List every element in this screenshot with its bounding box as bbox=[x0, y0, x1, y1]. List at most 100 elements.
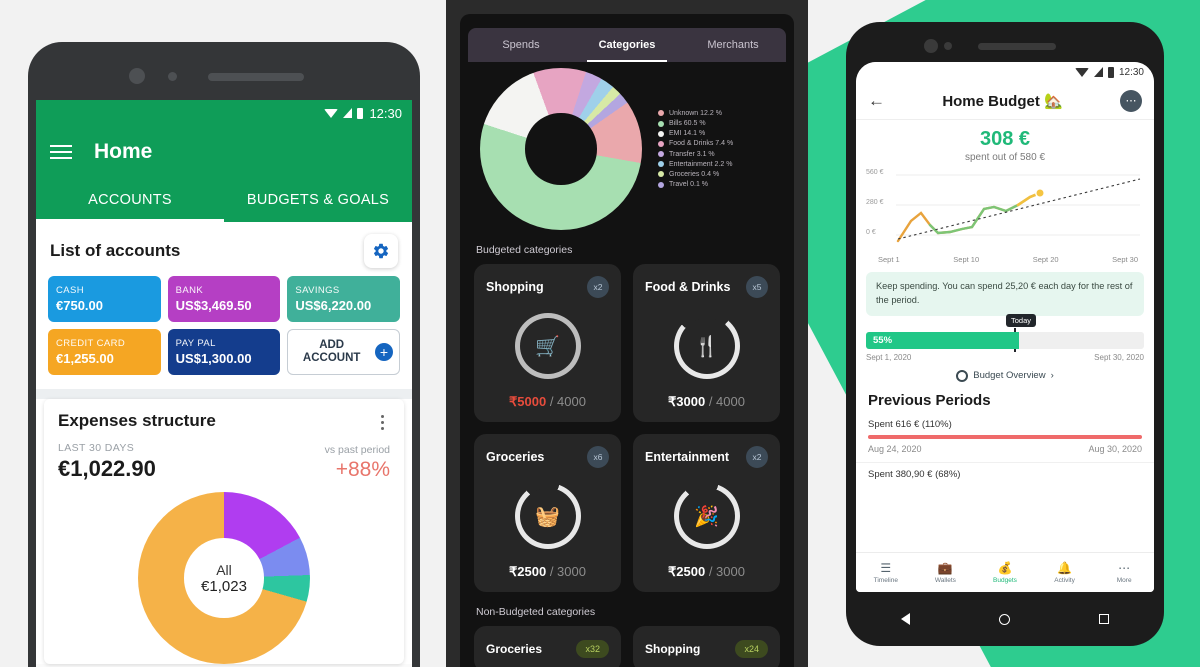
account-card[interactable]: SAVINGS US$6,220.00 bbox=[287, 276, 400, 322]
tab-merchants[interactable]: Merchants bbox=[680, 28, 786, 62]
category-spent: ₹3000 bbox=[668, 394, 706, 409]
wallet-icon: 💼 bbox=[937, 561, 953, 575]
plus-circle-icon: + bbox=[374, 343, 393, 361]
hamburger-icon[interactable] bbox=[50, 145, 72, 159]
account-amount: US$3,469.50 bbox=[175, 298, 252, 313]
earpiece-speaker bbox=[208, 73, 304, 81]
nav-item-budgets[interactable]: 💰 Budgets bbox=[975, 561, 1035, 584]
budget-line-chart[interactable]: 560 € 280 € 0 € bbox=[866, 169, 1144, 255]
budget-tip-banner: Keep spending. You can spend 25,20 € eac… bbox=[866, 272, 1144, 316]
kebab-menu-icon[interactable] bbox=[375, 411, 390, 434]
category-count-badge: x5 bbox=[746, 276, 768, 298]
category-ring-wrap: 🛒 bbox=[486, 298, 609, 394]
phone3-status-bar: 12:30 bbox=[856, 62, 1154, 82]
nav-label: More bbox=[1116, 577, 1132, 584]
tab-categories[interactable]: Categories bbox=[574, 28, 680, 62]
phone1-app-bar: Home bbox=[36, 126, 412, 178]
phone-mockup-budget: 12:30 ← Home Budget 🏡 ⋯ 308 € spent out … bbox=[846, 22, 1164, 646]
section-divider bbox=[36, 389, 412, 399]
nav-item-activity[interactable]: 🔔 Activity bbox=[1035, 561, 1095, 584]
expenses-summary-row: LAST 30 DAYS €1,022.90 vs past period +8… bbox=[58, 442, 390, 482]
nav-item-more[interactable]: ⋯ More bbox=[1094, 561, 1154, 584]
budgeted-categories-grid: Shopping x2 🛒 ₹5000 / 4000 Food & Drinks… bbox=[460, 264, 794, 592]
previous-end-date: Aug 30, 2020 bbox=[1088, 443, 1142, 454]
category-progress-ring: 🍴 bbox=[673, 313, 740, 379]
more-dots-icon[interactable]: ⋯ bbox=[1120, 89, 1142, 112]
previous-start-date: Aug 24, 2020 bbox=[868, 443, 922, 454]
nav-label: Timeline bbox=[873, 577, 898, 584]
settings-button[interactable] bbox=[364, 234, 398, 268]
category-card[interactable]: Entertainment x2 🎉 ₹2500 / 3000 bbox=[633, 434, 780, 592]
phone1-bezel-top bbox=[36, 58, 412, 98]
account-amount: US$1,300.00 bbox=[175, 351, 252, 366]
category-progress-ring: 🎉 bbox=[673, 483, 740, 549]
account-card[interactable]: BANK US$3,469.50 bbox=[167, 276, 281, 322]
add-account-button[interactable]: ADD ACCOUNT + bbox=[287, 329, 400, 375]
recents-square-icon[interactable] bbox=[1099, 614, 1110, 624]
previous-period-row[interactable]: Spent 616 € (110%) Aug 24, 2020 Aug 30, … bbox=[856, 413, 1154, 463]
legend-dot bbox=[658, 181, 664, 188]
category-card[interactable]: Groceries x6 🧺 ₹2500 / 3000 bbox=[474, 434, 621, 592]
budget-spent-amount: 308 € bbox=[979, 128, 1031, 150]
account-name: PAY PAL bbox=[175, 338, 216, 349]
today-marker-label: Today bbox=[1006, 313, 1037, 327]
non-budgeted-card[interactable]: Groceries x32 bbox=[474, 626, 621, 667]
account-name: CREDIT CARD bbox=[56, 338, 126, 349]
legend-label: Food & Drinks 7.4 % bbox=[669, 140, 734, 148]
back-triangle-icon[interactable] bbox=[900, 613, 910, 625]
categories-chart-row: Unknown 12.2 % Bills 60.5 % EMI 14.1 % F… bbox=[460, 62, 794, 230]
account-name: BANK bbox=[175, 285, 204, 296]
budget-spent-subtitle: spent out of 580 € bbox=[964, 152, 1046, 163]
budget-overview-link[interactable]: Budget Overview › bbox=[856, 369, 1154, 382]
category-amount: ₹2500 / 3000 bbox=[645, 564, 768, 580]
category-total: / 4000 bbox=[549, 394, 586, 409]
category-name: Shopping bbox=[486, 280, 544, 294]
non-budgeted-card[interactable]: Shopping x24 bbox=[633, 626, 780, 667]
account-card[interactable]: PAY PAL US$1,300.00 bbox=[167, 329, 281, 375]
non-budgeted-grid: Groceries x32 Shopping x24 bbox=[460, 626, 794, 667]
previous-period-row[interactable]: Spent 380,90 € (68%) bbox=[856, 463, 1154, 488]
page-title: Home bbox=[94, 140, 153, 163]
expenses-title: Expenses structure bbox=[58, 411, 216, 430]
category-spent: ₹5000 bbox=[509, 394, 547, 409]
legend-dot bbox=[658, 130, 664, 137]
legend-dot bbox=[658, 171, 664, 178]
category-card[interactable]: Food & Drinks x5 🍴 ₹3000 / 4000 bbox=[633, 264, 780, 422]
categories-donut-chart[interactable] bbox=[480, 68, 642, 230]
category-card-header: Shopping x2 bbox=[486, 276, 609, 298]
expenses-compare-block: vs past period +88% bbox=[325, 444, 390, 482]
category-count-badge: x2 bbox=[746, 446, 768, 468]
legend-item: Unknown 12.2 % bbox=[658, 110, 733, 117]
phone1-screen: 12:30 Home ACCOUNTS BUDGETS & GOALS List… bbox=[36, 100, 412, 667]
category-card[interactable]: Shopping x2 🛒 ₹5000 / 4000 bbox=[474, 264, 621, 422]
nav-item-timeline[interactable]: ☰ Timeline bbox=[856, 561, 916, 584]
account-amount: US$6,220.00 bbox=[295, 298, 372, 313]
nav-item-wallets[interactable]: 💼 Wallets bbox=[916, 561, 976, 584]
legend-item: Food & Drinks 7.4 % bbox=[658, 140, 733, 147]
home-circle-icon[interactable] bbox=[998, 613, 1010, 625]
budget-progress-wrap: Today 55% Sept 1, 2020 Sept 30, 2020 bbox=[866, 313, 1144, 362]
phone-mockup-categories: Spends Categories Merchants Unknown 12.2… bbox=[446, 0, 808, 667]
category-card-header: Entertainment x2 bbox=[645, 446, 768, 468]
legend-label: Transfer 3.1 % bbox=[669, 150, 715, 158]
phone3-app-bar: ← Home Budget 🏡 ⋯ bbox=[856, 82, 1154, 120]
tab-budgets-goals[interactable]: BUDGETS & GOALS bbox=[224, 178, 412, 222]
timeline-icon: ☰ bbox=[880, 561, 892, 575]
category-name: Food & Drinks bbox=[645, 280, 731, 294]
x-tick-sept-30: Sept 30 bbox=[1112, 255, 1138, 264]
tab-spends[interactable]: Spends bbox=[468, 28, 574, 62]
account-card[interactable]: CASH €750.00 bbox=[48, 276, 161, 322]
expenses-header: Expenses structure bbox=[58, 411, 390, 434]
wifi-icon bbox=[324, 108, 339, 118]
budget-progress-bar[interactable]: 55% bbox=[866, 331, 1144, 349]
category-count-badge: x6 bbox=[587, 446, 609, 468]
legend-item: Travel 0.1 % bbox=[658, 181, 733, 188]
back-arrow-icon[interactable]: ← bbox=[868, 91, 885, 111]
category-progress-ring: 🧺 bbox=[514, 483, 581, 549]
expenses-donut-chart[interactable]: All €1,023 bbox=[138, 492, 310, 664]
account-amount: €1,255.00 bbox=[56, 351, 114, 366]
budget-chart-x-labels: Sept 1 Sept 10 Sept 20 Sept 30 bbox=[856, 255, 1154, 264]
account-card[interactable]: CREDIT CARD €1,255.00 bbox=[48, 329, 161, 375]
tab-accounts[interactable]: ACCOUNTS bbox=[36, 178, 224, 222]
phone3-system-nav bbox=[856, 600, 1154, 638]
